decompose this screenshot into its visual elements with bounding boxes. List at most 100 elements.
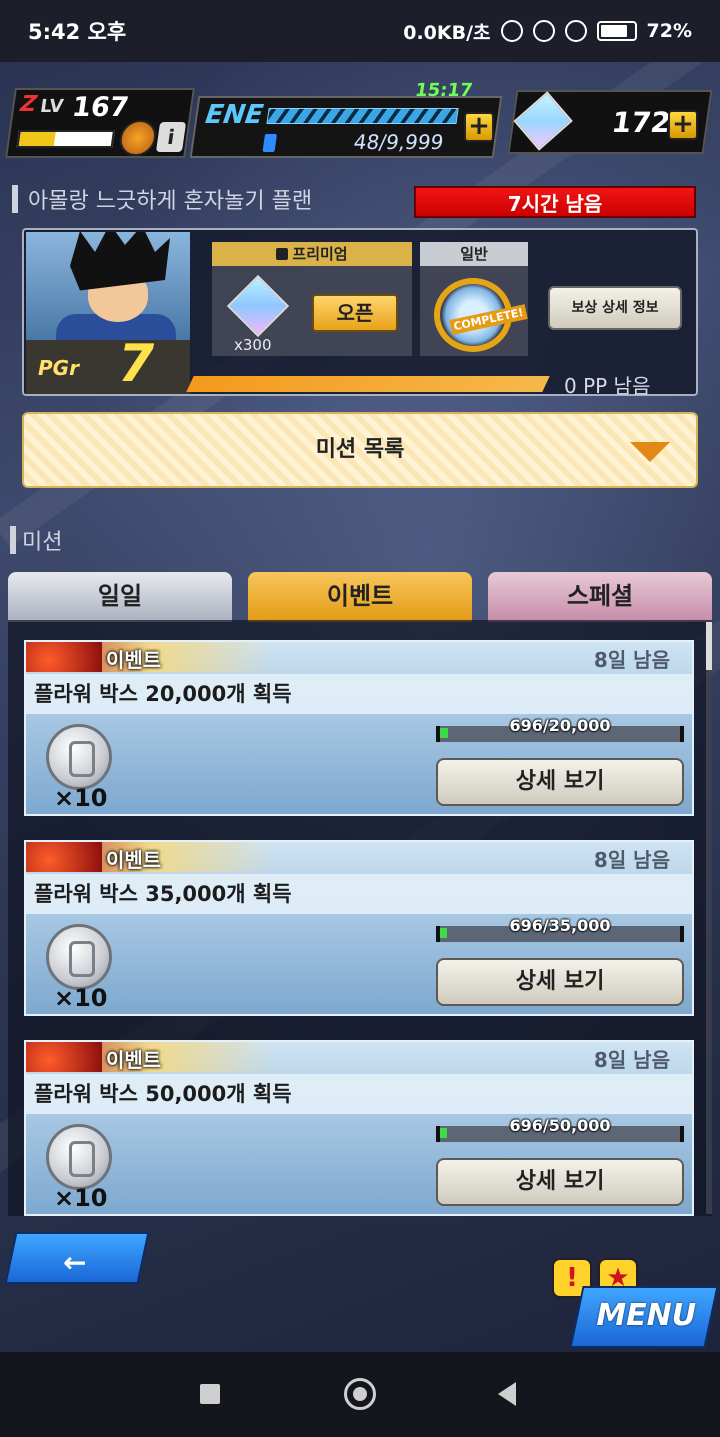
status-right: 0.0KB/초 72% xyxy=(403,18,692,45)
energy-panel: 15:17 ENE 48/9,999 xyxy=(189,80,503,158)
battery-percent: 72% xyxy=(646,20,692,42)
view-detail-button[interactable]: 상세 보기 xyxy=(436,958,684,1006)
event-tag-label: 이벤트 xyxy=(106,648,162,672)
silver-medal-icon xyxy=(46,724,112,790)
premium-reward-qty: x300 xyxy=(234,336,272,354)
energy-label: ENE xyxy=(203,100,266,130)
mission-card: 이벤트 8일 남음 플라워 박스 35,000개 획득 ×10 696/35,0… xyxy=(24,840,694,1016)
silver-medal-icon xyxy=(46,924,112,990)
days-left: 8일 남음 xyxy=(593,848,670,872)
progress-text: 696/20,000 xyxy=(509,716,611,735)
mute-icon xyxy=(500,20,523,42)
pgr-panel: PGr 7 xyxy=(26,334,190,394)
mission-list[interactable]: 이벤트 8일 남음 플라워 박스 20,000개 획득 ×10 696/20,0… xyxy=(8,620,712,1216)
scroll-thumb[interactable] xyxy=(706,622,712,670)
energy-value: 48/9,999 xyxy=(352,130,446,154)
dragon-stone-count: 172 xyxy=(609,106,673,139)
plan-title-row: 아몰랑 느긋하게 혼자놀기 플랜 xyxy=(12,184,412,214)
arrow-left-icon: ← xyxy=(63,1246,87,1279)
normal-reward-box: 일반 COMPLETE! xyxy=(420,242,528,356)
pp-remaining: 0 PP 남음 xyxy=(564,374,651,398)
mission-title: 플라워 박스 20,000개 획득 xyxy=(34,682,292,706)
view-detail-button[interactable]: 상세 보기 xyxy=(436,1158,684,1206)
player-avatar xyxy=(117,120,159,156)
fire-icon xyxy=(26,642,102,672)
mission-section-label: 미션 xyxy=(22,530,63,555)
mission-title: 플라워 박스 50,000개 획득 xyxy=(34,1082,292,1106)
tab-event[interactable]: 이벤트 xyxy=(248,572,472,622)
system-nav-bar xyxy=(0,1352,720,1437)
xp-bar xyxy=(16,130,116,148)
days-left: 8일 남음 xyxy=(593,1048,670,1072)
complete-stamp: COMPLETE! xyxy=(449,304,528,335)
pp-progress-bar xyxy=(186,376,550,392)
energy-potion-icon xyxy=(262,134,278,152)
add-stone-button[interactable]: + xyxy=(668,110,698,140)
plan-panel: PGr 7 0 PP 남음 프리미엄 x300 오픈 일반 COMPLETE! … xyxy=(22,228,698,398)
mission-title-band: 플라워 박스 20,000개 획득 xyxy=(26,674,692,714)
tab-daily[interactable]: 일일 xyxy=(8,572,232,622)
mission-list-dropdown[interactable]: 미션 목록 xyxy=(22,412,698,488)
section-marker xyxy=(10,526,16,554)
scrollbar[interactable] xyxy=(706,622,712,1214)
view-detail-button[interactable]: 상세 보기 xyxy=(436,758,684,806)
mission-title-band: 플라워 박스 50,000개 획득 xyxy=(26,1074,692,1114)
reward-detail-button[interactable]: 보상 상세 정보 xyxy=(548,286,682,330)
menu-label: MENU xyxy=(596,1298,697,1333)
alarm-icon xyxy=(532,20,555,42)
normal-label: 일반 xyxy=(420,242,528,266)
pgr-label: PGr xyxy=(38,356,79,380)
section-marker xyxy=(12,185,18,213)
player-level: 167 xyxy=(70,92,131,123)
premium-stone-icon xyxy=(226,274,290,338)
menu-button[interactable]: MENU xyxy=(569,1286,719,1348)
silver-medal-icon xyxy=(46,1124,112,1190)
xp-bar-fill xyxy=(18,132,56,146)
premium-label: 프리미엄 xyxy=(292,245,348,263)
network-speed: 0.0KB/초 xyxy=(403,21,491,44)
event-tag: 이벤트 xyxy=(26,642,276,672)
lock-icon xyxy=(276,248,289,260)
mission-card: 이벤트 8일 남음 플라워 박스 20,000개 획득 ×10 696/20,0… xyxy=(24,640,694,816)
mission-list-label: 미션 목록 xyxy=(315,437,405,462)
event-tag-label: 이벤트 xyxy=(106,848,162,872)
add-energy-button[interactable]: + xyxy=(464,112,494,142)
reward-qty: ×10 xyxy=(54,984,108,1012)
plan-time-remaining: 7시간 남음 xyxy=(414,186,696,218)
z-rank-label: Z xyxy=(18,92,39,117)
status-time: 5:42 오후 xyxy=(28,20,127,44)
energy-bar xyxy=(266,108,459,124)
progress-text: 696/50,000 xyxy=(509,1116,611,1135)
tab-special[interactable]: 스페셜 xyxy=(488,572,712,622)
info-icon[interactable]: i xyxy=(155,122,187,152)
premium-header: 프리미엄 xyxy=(212,242,412,266)
event-tag: 이벤트 xyxy=(26,842,276,872)
progress-text: 696/35,000 xyxy=(509,916,611,935)
dragon-stone-icon xyxy=(513,91,573,151)
premium-reward-box: 프리미엄 x300 오픈 xyxy=(212,242,412,356)
back-button[interactable]: ← xyxy=(4,1232,150,1284)
fire-icon xyxy=(26,842,102,872)
reward-qty: ×10 xyxy=(54,1184,108,1212)
battery-icon xyxy=(596,21,637,41)
triangle-back-icon[interactable] xyxy=(498,1382,516,1406)
player-level-panel[interactable]: Z LV 167 i xyxy=(5,88,195,158)
square-icon[interactable] xyxy=(200,1384,220,1404)
energy-timer: 15:17 xyxy=(413,80,474,101)
mission-title: 플라워 박스 35,000개 획득 xyxy=(34,882,292,906)
pgr-value: 7 xyxy=(118,334,155,394)
wifi-icon xyxy=(564,20,587,42)
plan-title: 아몰랑 느긋하게 혼자놀기 플랜 xyxy=(28,189,313,214)
fire-icon xyxy=(26,1042,102,1072)
event-tag-label: 이벤트 xyxy=(106,1048,162,1072)
event-tag: 이벤트 xyxy=(26,1042,276,1072)
home-circle-icon[interactable] xyxy=(344,1378,376,1410)
level-label: LV xyxy=(38,96,65,117)
open-premium-button[interactable]: 오픈 xyxy=(312,294,398,332)
character-hair xyxy=(70,232,170,291)
mission-section-title: 미션 xyxy=(10,524,62,556)
status-bar: 5:42 오후 0.0KB/초 72% xyxy=(0,0,720,62)
mission-tabs: 일일 이벤트 스페셜 xyxy=(8,572,712,622)
complete-stone-icon: COMPLETE! xyxy=(434,278,528,352)
chevron-down-icon xyxy=(630,442,670,462)
